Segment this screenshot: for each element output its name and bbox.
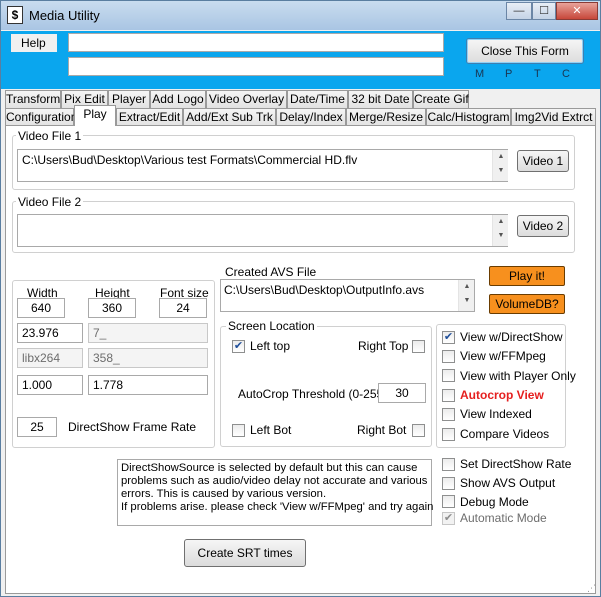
info-line-3: errors. This is caused by various versio… <box>121 488 327 500</box>
video1-button[interactable]: Video 1 <box>517 150 569 172</box>
autocrop-view-checkbox[interactable] <box>442 389 455 402</box>
scroll-down-icon[interactable]: ▼ <box>493 229 509 243</box>
dar-input[interactable]: 1.778 <box>88 375 208 395</box>
debug-mode-checkbox[interactable] <box>442 495 455 508</box>
debug-mode-label: Debug Mode <box>460 495 529 509</box>
view-indexed-label: View Indexed <box>460 407 532 421</box>
tab-add-ext-sub-trk[interactable]: Add/Ext Sub Trk <box>183 108 276 126</box>
scroll-down-icon[interactable]: ▼ <box>493 164 509 178</box>
video-file1-scrollbar[interactable]: ▲ ▼ <box>492 150 508 181</box>
video-file2-scrollbar[interactable]: ▲ ▼ <box>492 215 508 246</box>
set-ds-rate-label: Set DirectShow Rate <box>460 457 572 471</box>
video-file1-path: C:\Users\Bud\Desktop\Various test Format… <box>22 153 358 167</box>
scroll-up-icon[interactable]: ▲ <box>459 280 475 294</box>
font-size-input[interactable]: 24 <box>159 298 207 318</box>
video2-button[interactable]: Video 2 <box>517 215 569 237</box>
info-line-2: problems such as audio/video delay not a… <box>121 475 428 487</box>
avs-file-scrollbar[interactable]: ▲ ▼ <box>458 280 474 311</box>
video-file2-label: Video File 2 <box>16 195 84 209</box>
frame-rate-input[interactable]: 23.976 <box>17 323 83 343</box>
show-avs-output-checkbox[interactable] <box>442 477 455 490</box>
tab-add-logo[interactable]: Add Logo <box>150 90 206 108</box>
indicator-p: P <box>505 68 513 80</box>
right-bot-checkbox[interactable] <box>412 424 425 437</box>
resize-grip-icon[interactable]: ⋰ <box>587 584 596 593</box>
tab-create-gif[interactable]: Create Gif <box>413 90 469 108</box>
video-file1-input[interactable]: C:\Users\Bud\Desktop\Various test Format… <box>17 149 508 182</box>
autocrop-threshold-label: AutoCrop Threshold (0-255) <box>238 387 388 401</box>
view-player-only-label: View with Player Only <box>460 369 576 383</box>
tab-delay-index[interactable]: Delay/Index <box>276 108 346 126</box>
play-it-button[interactable]: Play it! <box>489 266 565 286</box>
avs-file-path: C:\Users\Bud\Desktop\OutputInfo.avs <box>224 283 425 297</box>
view-directshow-checkbox[interactable]: ✔ <box>442 331 455 344</box>
app-window: $ Media Utility — ☐ ✕ Help Close This Fo… <box>0 0 601 597</box>
autocrop-threshold-input[interactable]: 30 <box>378 383 426 403</box>
set-ds-rate-checkbox[interactable] <box>442 458 455 471</box>
view-ffmpeg-checkbox[interactable] <box>442 350 455 363</box>
frame-count-field: 7_ <box>88 323 208 343</box>
height-input[interactable]: 360 <box>88 298 136 318</box>
avs-file-label: Created AVS File <box>225 265 317 279</box>
top-text-input-1[interactable] <box>68 33 444 52</box>
ds-frame-rate-label: DirectShow Frame Rate <box>68 420 197 434</box>
title-bar[interactable]: $ Media Utility — ☐ ✕ <box>1 1 600 30</box>
scroll-up-icon[interactable]: ▲ <box>493 150 509 164</box>
scroll-down-icon[interactable]: ▼ <box>459 294 475 308</box>
maximize-button[interactable]: ☐ <box>532 2 556 20</box>
right-top-checkbox[interactable] <box>412 340 425 353</box>
create-srt-button[interactable]: Create SRT times <box>184 539 306 567</box>
automatic-mode-label: Automatic Mode <box>460 511 547 525</box>
view-directshow-label: View w/DirectShow <box>460 330 563 344</box>
right-bot-label: Right Bot <box>357 423 407 437</box>
left-top-label: Left top <box>250 339 291 353</box>
view-ffmpeg-label: View w/FFMpeg <box>460 349 546 363</box>
info-line-4: If problems arise. please check 'View w/… <box>121 501 434 513</box>
tab-calc-histogram[interactable]: Calc/Histogram <box>426 108 511 126</box>
tab-configuration[interactable]: Configuration <box>5 108 77 126</box>
top-text-input-2[interactable] <box>68 57 444 76</box>
info-textbox: DirectShowSource is selected by default … <box>117 459 434 526</box>
info-line-1: DirectShowSource is selected by default … <box>121 462 418 474</box>
left-top-checkbox[interactable]: ✔ <box>232 340 245 353</box>
close-form-button[interactable]: Close This Form <box>466 38 584 64</box>
codec-field: libx264 <box>17 348 83 368</box>
indicator-t: T <box>534 68 541 80</box>
tab-date-time[interactable]: Date/Time <box>287 90 348 108</box>
tab-transform[interactable]: Transform <box>5 90 61 108</box>
indicator-m: M <box>475 68 485 80</box>
volumedb-button[interactable]: VolumeDB? <box>489 294 565 314</box>
left-bot-label: Left Bot <box>250 423 292 437</box>
tab-merge-resize[interactable]: Merge/Resize <box>346 108 426 126</box>
automatic-mode-checkbox: ✔ <box>442 512 455 525</box>
tab-32bit-date[interactable]: 32 bit Date <box>348 90 413 108</box>
compare-videos-label: Compare Videos <box>460 427 550 441</box>
tab-extract-edit[interactable]: Extract/Edit <box>116 108 183 126</box>
app-icon: $ <box>7 6 23 24</box>
left-bot-checkbox[interactable] <box>232 424 245 437</box>
menu-help[interactable]: Help <box>11 34 57 52</box>
width-input[interactable]: 640 <box>17 298 65 318</box>
show-avs-output-label: Show AVS Output <box>460 476 556 490</box>
right-top-label: Right Top <box>358 339 409 353</box>
screen-location-label: Screen Location <box>226 319 317 333</box>
view-player-only-checkbox[interactable] <box>442 369 455 382</box>
autocrop-view-label: Autocrop View <box>460 388 544 402</box>
frame-count2-field: 358_ <box>88 348 208 368</box>
ds-frame-rate-input[interactable]: 25 <box>17 417 57 437</box>
video-file2-input[interactable]: ▲ ▼ <box>17 214 508 247</box>
window-title: Media Utility <box>29 8 100 23</box>
avs-file-input[interactable]: C:\Users\Bud\Desktop\OutputInfo.avs ▲ ▼ <box>220 279 475 312</box>
indicator-c: C <box>562 68 570 80</box>
minimize-button[interactable]: — <box>506 2 532 20</box>
view-indexed-checkbox[interactable] <box>442 408 455 421</box>
par-input[interactable]: 1.000 <box>17 375 83 395</box>
tab-video-overlay[interactable]: Video Overlay <box>206 90 287 108</box>
tab-img2vid-extrct[interactable]: Img2Vid Extrct <box>511 108 596 126</box>
tab-play[interactable]: Play <box>74 105 116 126</box>
close-window-button[interactable]: ✕ <box>556 2 598 20</box>
video-file1-label: Video File 1 <box>16 129 84 143</box>
scroll-up-icon[interactable]: ▲ <box>493 215 509 229</box>
compare-videos-checkbox[interactable] <box>442 428 455 441</box>
